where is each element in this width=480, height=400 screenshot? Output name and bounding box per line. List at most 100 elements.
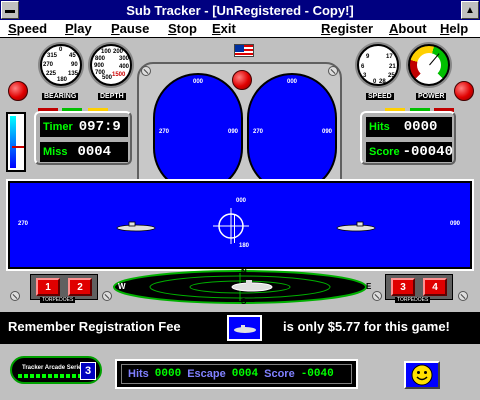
bearing-tick: 270 <box>43 62 54 68</box>
bearing-tick: 0 <box>59 47 63 53</box>
speed-tick: 21 <box>389 64 396 70</box>
game-area: 0 315 45 270 90 225 135 180 BEARING 100 … <box>0 39 480 400</box>
depth-tick: 1500 <box>112 72 126 78</box>
bearing-tick: 90 <box>71 62 78 68</box>
depth-label: DEPTH <box>98 93 126 100</box>
maximize-icon: ▲ <box>465 4 475 16</box>
speed-tick: 25 <box>388 73 395 79</box>
title-bar: ▬ Sub Tracker - [UnRegistered - Copy!] ▲ <box>0 0 480 20</box>
screw-icon <box>141 66 151 76</box>
series-name: Tracker Arcade Series <box>22 365 85 371</box>
new-game-button[interactable] <box>404 361 440 389</box>
power-label: POWER <box>416 93 447 100</box>
periscope-label: 090 <box>450 221 461 227</box>
maximize-button[interactable]: ▲ <box>461 1 479 19</box>
series-logo: Tracker Arcade Series 3 <box>10 356 102 384</box>
bearing-tick: 45 <box>69 53 76 59</box>
menu-exit[interactable]: Exit <box>212 21 236 36</box>
timer-label: Timer <box>43 121 73 133</box>
score-value: -00040 <box>402 144 453 160</box>
menu-stop[interactable]: Stop <box>168 21 197 36</box>
compass-e: E <box>366 282 372 291</box>
series-rail <box>18 374 84 378</box>
crosshair-line <box>234 215 235 243</box>
menu-bar: Speed Play Pause Stop Exit Register Abou… <box>0 20 480 38</box>
depth-tick: 300 <box>119 56 130 62</box>
summary-score-value: -0040 <box>300 368 334 380</box>
torpedoes-right-label: TORPEDOES <box>395 297 431 303</box>
speed-label: SPEED <box>366 93 394 100</box>
speed-tick: 17 <box>386 54 393 60</box>
menu-help[interactable]: Help <box>440 21 468 36</box>
bearing-gauge: 0 315 45 270 90 225 135 180 <box>40 44 82 86</box>
depth-tick: 500 <box>102 75 113 81</box>
torpedo-4-button[interactable]: 4 <box>423 278 447 296</box>
speed-tick: 9 <box>366 54 370 60</box>
timer-display: Timer 097:9 <box>40 117 128 137</box>
position-compass <box>113 270 367 304</box>
alarm-light-icon <box>232 70 252 90</box>
hits-label: Hits <box>369 121 390 133</box>
scope-label: 000 <box>193 79 204 85</box>
miss-value: 0004 <box>77 144 112 160</box>
summary-hits-value: 0000 <box>154 368 182 380</box>
scope-label: 270 <box>159 129 170 135</box>
menu-play[interactable]: Play <box>65 21 92 36</box>
menu-about[interactable]: About <box>389 21 427 36</box>
depth-tick: 400 <box>119 64 130 70</box>
summary-display: Hits 0000 Escape 0004 Score -0040 <box>115 359 358 389</box>
depth-gauge: 100 200 800 900 300 700 400 500 1500 <box>90 44 132 86</box>
bearing-tick: 315 <box>47 53 58 59</box>
periscope-label: 000 <box>236 198 247 204</box>
register-sub-button[interactable] <box>227 315 262 341</box>
scope-label: 090 <box>228 129 239 135</box>
score-label: Score <box>369 146 400 158</box>
periscope-view[interactable]: 270 090 000 180 <box>8 181 472 269</box>
depth-tick: 900 <box>94 63 105 69</box>
scope-label: 270 <box>253 129 264 135</box>
bearing-tick: 225 <box>46 71 57 77</box>
scope-label: 000 <box>287 79 298 85</box>
scope-label: 090 <box>322 129 333 135</box>
compass-w: W <box>118 282 126 291</box>
torpedo-1-button[interactable]: 1 <box>36 278 60 296</box>
submarine-icon <box>116 221 156 232</box>
torpedo-2-button[interactable]: 2 <box>68 278 92 296</box>
screw-icon <box>458 291 468 301</box>
screw-icon <box>372 291 382 301</box>
periscope-label: 270 <box>18 221 29 227</box>
speed-tick: 3 <box>363 73 367 79</box>
menu-speed[interactable]: Speed <box>8 21 47 36</box>
hits-value: 0000 <box>403 119 438 135</box>
summary-score-label: Score <box>264 368 295 380</box>
system-menu-icon: ▬ <box>5 4 15 16</box>
speed-tick: 28 <box>379 79 386 85</box>
torpedo-3-button[interactable]: 3 <box>391 278 415 296</box>
registration-banner: Remember Registration Fee is only $5.77 … <box>0 312 480 344</box>
menu-register[interactable]: Register <box>321 21 373 36</box>
us-flag-icon <box>234 44 254 57</box>
submarine-icon <box>234 325 256 333</box>
miss-display: Miss 0004 <box>40 142 128 162</box>
sonar-scope-right: 000 270 090 180 <box>247 73 337 193</box>
summary-hits-label: Hits <box>128 368 149 380</box>
compass-n: N <box>241 267 247 276</box>
alarm-light-icon <box>8 81 28 101</box>
screw-icon <box>10 291 20 301</box>
banner-text-right: is only $5.77 for this game! <box>283 319 450 334</box>
menu-pause[interactable]: Pause <box>111 21 149 36</box>
summary-escape-value: 0004 <box>231 368 259 380</box>
summary-escape-label: Escape <box>187 368 226 380</box>
timer-value: 097:9 <box>78 119 121 135</box>
sonar-scope-left: 000 270 090 180 <box>153 73 243 193</box>
submarine-icon <box>336 221 376 232</box>
depth-strip-fill <box>10 116 16 168</box>
system-menu-button[interactable]: ▬ <box>1 1 19 19</box>
hits-display: Hits 0000 <box>366 117 452 137</box>
banner-text-left: Remember Registration Fee <box>8 319 181 334</box>
window-title: Sub Tracker - [UnRegistered - Copy!] <box>126 2 354 18</box>
depth-marker <box>12 146 24 148</box>
crosshair-icon <box>213 208 249 244</box>
compass-s: S <box>241 297 247 306</box>
miss-label: Miss <box>43 146 68 158</box>
